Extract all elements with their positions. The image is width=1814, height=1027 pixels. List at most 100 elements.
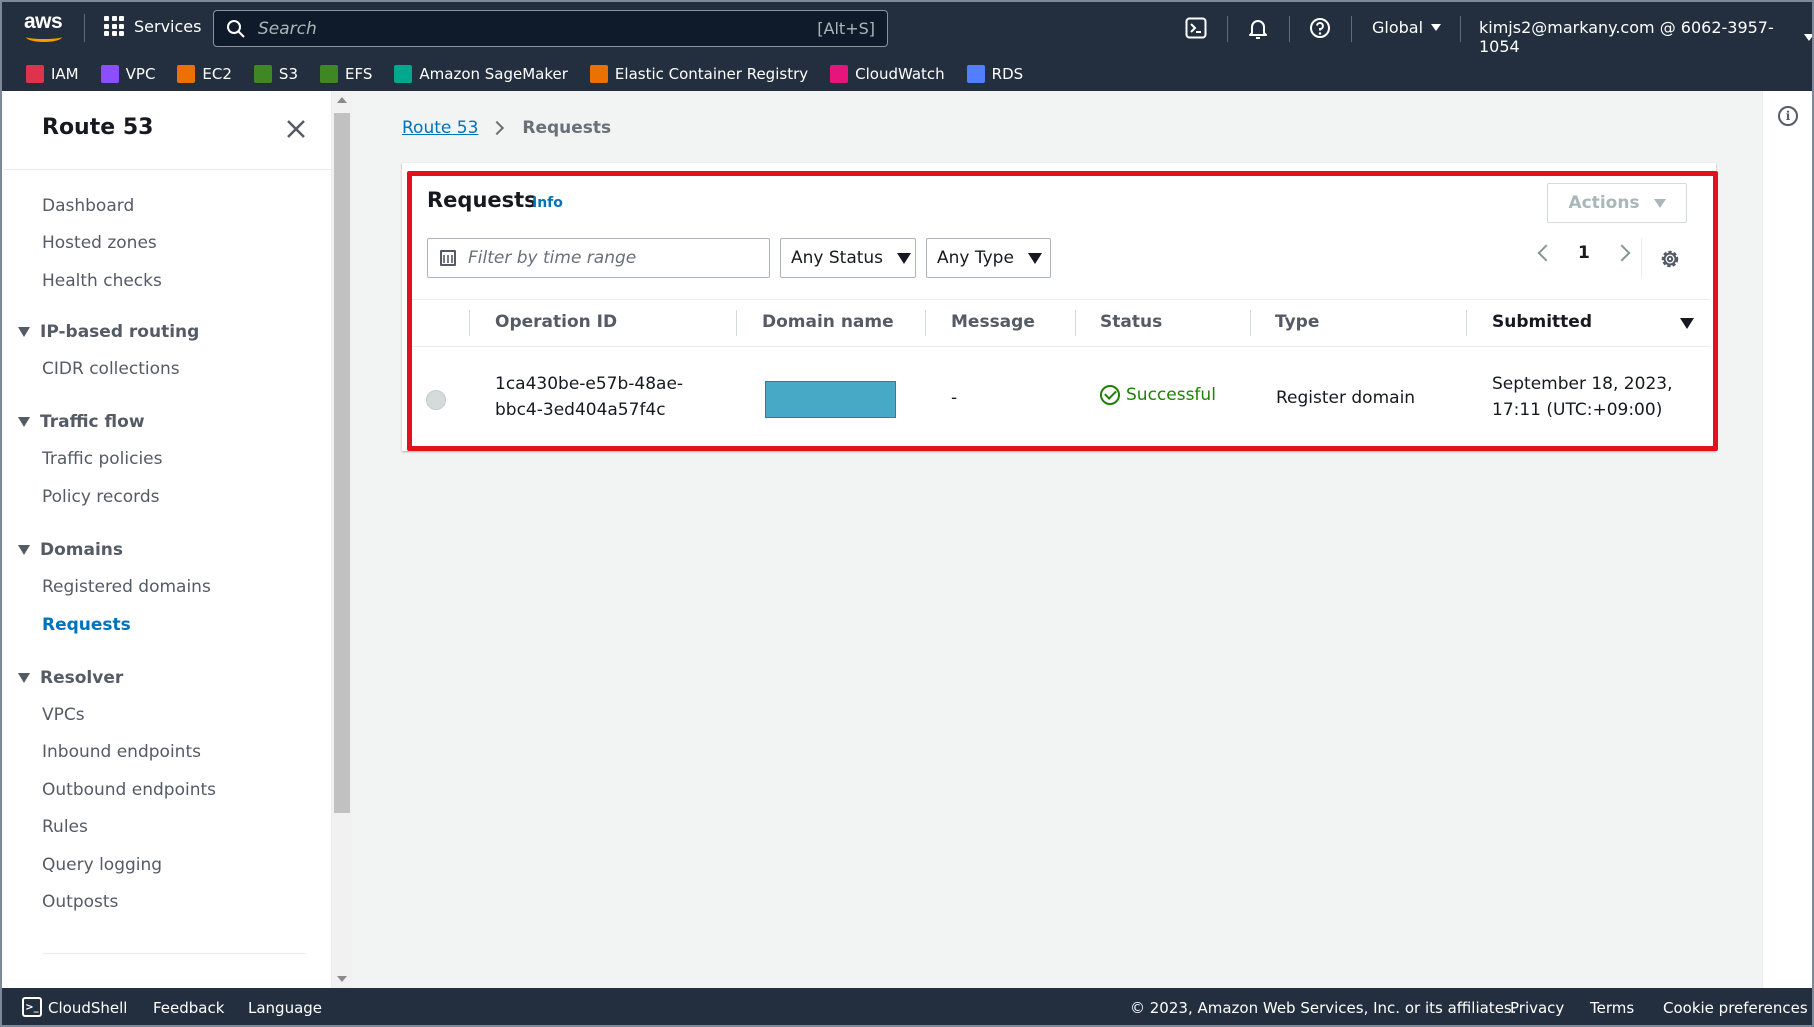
page-number[interactable]: 1 <box>1578 243 1590 263</box>
nav-separator <box>1227 16 1228 42</box>
aws-logo-text: aws <box>24 10 63 33</box>
check-circle-icon <box>1100 385 1120 405</box>
caret-down-icon <box>18 673 30 683</box>
sidebar-item-hosted-zones[interactable]: Hosted zones <box>42 233 157 253</box>
column-separator[interactable] <box>1075 310 1076 336</box>
status-filter-select[interactable]: Any Status <box>780 238 916 278</box>
favorite-vpc[interactable]: VPC <box>100 64 155 83</box>
column-header-operation-id[interactable]: Operation ID <box>495 312 617 332</box>
footer-language-link[interactable]: Language <box>248 999 322 1017</box>
sidebar-item-rules[interactable]: Rules <box>42 817 88 837</box>
sidebar-item-outposts[interactable]: Outposts <box>42 892 118 912</box>
submitted-line2: 17:11 (UTC:+09:00) <box>1492 400 1663 420</box>
column-separator[interactable] <box>1250 310 1251 336</box>
column-header-message[interactable]: Message <box>951 312 1035 332</box>
footer-cookie-preferences-link[interactable]: Cookie preferences <box>1663 999 1808 1017</box>
favorite-label: EFS <box>345 64 373 83</box>
favorite-s3[interactable]: S3 <box>253 64 298 83</box>
sidebar-item-query-logging[interactable]: Query logging <box>42 855 162 875</box>
sidebar-item-requests[interactable]: Requests <box>42 615 131 635</box>
footer-terms-link[interactable]: Terms <box>1590 999 1634 1017</box>
status-cell: Successful <box>1100 385 1216 405</box>
s3-icon <box>253 64 272 83</box>
actions-button[interactable]: Actions <box>1547 183 1687 223</box>
nav-divider <box>84 14 85 42</box>
side-nav-title[interactable]: Route 53 <box>42 115 153 140</box>
pagination: 1 <box>1537 243 1631 263</box>
sidebar-group-ip-based-routing[interactable]: IP-based routing <box>18 322 199 342</box>
next-page-icon[interactable] <box>1613 244 1631 262</box>
cloudshell-icon[interactable]: >_ <box>22 997 42 1017</box>
favorite-amazon-sagemaker[interactable]: Amazon SageMaker <box>394 64 568 83</box>
column-header-status[interactable]: Status <box>1100 312 1162 332</box>
sidebar-item-health-checks[interactable]: Health checks <box>42 271 162 291</box>
close-icon[interactable] <box>285 118 307 140</box>
favorite-rds[interactable]: RDS <box>966 64 1023 83</box>
page-title: Requests <box>427 188 537 212</box>
sort-descending-icon[interactable] <box>1680 318 1694 329</box>
sidebar-group-resolver[interactable]: Resolver <box>18 668 123 688</box>
footer-feedback-link[interactable]: Feedback <box>153 999 224 1017</box>
time-range-filter-input[interactable]: Filter by time range <box>427 238 770 278</box>
favorite-label: Elastic Container Registry <box>614 64 809 83</box>
info-icon[interactable]: i <box>1778 106 1798 126</box>
footer-cloudshell-link[interactable]: CloudShell <box>48 999 127 1017</box>
info-link[interactable]: Info <box>532 195 563 211</box>
caret-down-icon <box>1027 252 1042 264</box>
submitted-cell: September 18, 2023, 17:11 (UTC:+09:00) <box>1492 371 1672 423</box>
redacted-domain-name <box>765 381 896 418</box>
side-nav-scrollbar[interactable] <box>332 91 352 988</box>
type-filter-value: Any Type <box>937 248 1014 268</box>
gear-icon[interactable] <box>1659 248 1681 270</box>
help-icon[interactable] <box>1308 16 1332 40</box>
sidebar-item-registered-domains[interactable]: Registered domains <box>42 577 211 597</box>
breadcrumb-route53-link[interactable]: Route 53 <box>402 118 478 138</box>
operation-id-cell: 1ca430be-e57b-48ae- bbc4-3ed404a57f4c <box>495 371 683 423</box>
sidebar-item-inbound-endpoints[interactable]: Inbound endpoints <box>42 742 201 762</box>
scrollbar-thumb[interactable] <box>334 113 350 813</box>
row-select-radio[interactable] <box>426 390 446 410</box>
sidebar-item-traffic-policies[interactable]: Traffic policies <box>42 449 163 469</box>
nav-separator <box>1351 16 1352 42</box>
sidebar-group-traffic-flow[interactable]: Traffic flow <box>18 412 145 432</box>
caret-down-icon <box>18 545 30 555</box>
sidebar-item-dashboard[interactable]: Dashboard <box>42 196 134 216</box>
scroll-up-icon[interactable] <box>337 97 347 103</box>
efs-icon <box>320 64 338 83</box>
favorite-iam[interactable]: IAM <box>26 64 79 83</box>
sagemaker-icon <box>394 64 413 83</box>
column-separator[interactable] <box>736 310 737 336</box>
aws-logo[interactable]: aws <box>24 10 66 44</box>
table-header: Operation ID Domain name Message Status … <box>412 299 1710 347</box>
previous-page-icon[interactable] <box>1537 244 1555 262</box>
sidebar-item-policy-records[interactable]: Policy records <box>42 487 159 507</box>
favorite-elastic-container-registry[interactable]: Elastic Container Registry <box>589 64 809 83</box>
sidebar-item-outbound-endpoints[interactable]: Outbound endpoints <box>42 780 216 800</box>
caret-down-icon <box>18 327 30 337</box>
side-navigation: Route 53 Dashboard Hosted zones Health c… <box>2 91 334 988</box>
account-menu[interactable]: kimjs2@markany.com @ 6062-3957-1054 <box>1479 18 1814 56</box>
favorite-ec2[interactable]: EC2 <box>177 64 232 83</box>
column-header-submitted[interactable]: Submitted <box>1492 312 1592 332</box>
type-filter-select[interactable]: Any Type <box>926 238 1051 278</box>
sidebar-group-domains[interactable]: Domains <box>18 540 123 560</box>
favorite-cloudwatch[interactable]: CloudWatch <box>830 64 945 83</box>
favorites-bar: IAM VPC EC2 S3 EFS Amazon SageMaker Elastic Co… <box>0 56 1814 91</box>
column-separator[interactable] <box>925 310 926 336</box>
column-header-type[interactable]: Type <box>1275 312 1319 332</box>
sidebar-item-cidr-collections[interactable]: CIDR collections <box>42 359 180 379</box>
search-input[interactable]: Search [Alt+S] <box>213 10 888 47</box>
cloudshell-icon[interactable] <box>1184 16 1208 40</box>
favorite-label: EC2 <box>202 64 232 83</box>
services-menu-button[interactable]: Services <box>104 16 201 36</box>
search-shortcut: [Alt+S] <box>817 19 875 38</box>
region-selector[interactable]: Global <box>1372 18 1442 37</box>
scroll-down-icon[interactable] <box>337 976 347 982</box>
favorite-efs[interactable]: EFS <box>320 64 373 83</box>
sidebar-item-vpcs[interactable]: VPCs <box>42 705 85 725</box>
search-icon <box>227 20 245 38</box>
footer-privacy-link[interactable]: Privacy <box>1510 999 1564 1017</box>
column-separator[interactable] <box>1466 310 1467 336</box>
column-header-domain-name[interactable]: Domain name <box>762 312 894 332</box>
notifications-bell-icon[interactable] <box>1246 16 1270 40</box>
